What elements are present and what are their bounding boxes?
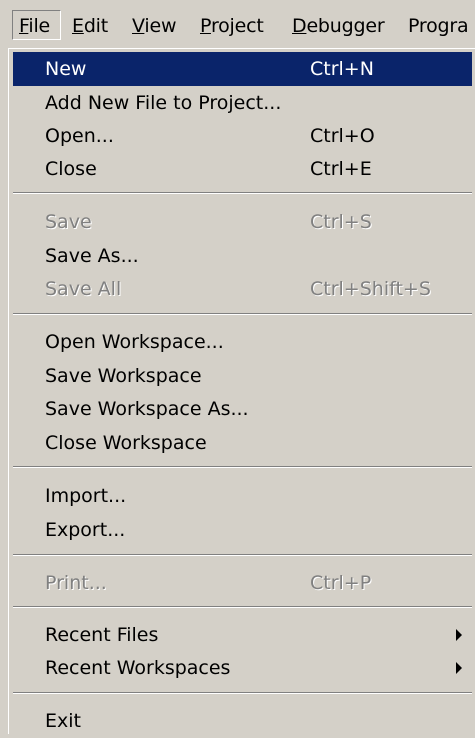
menu-item-save-all: Save All Ctrl+Shift+S [13, 272, 472, 306]
menu-item-save-shortcut: Ctrl+S [310, 211, 372, 233]
menu-separator [13, 554, 472, 556]
menu-item-add-new-file-label: Add New File to Project... [45, 92, 282, 114]
menu-bar: File Edit View Project Debugger Progra [0, 0, 475, 48]
menu-file-label: ile [28, 15, 51, 37]
menu-file[interactable]: File [12, 10, 61, 40]
file-menu-dropdown: New Ctrl+N Add New File to Project... Op… [8, 48, 475, 734]
menu-item-close-workspace[interactable]: Close Workspace [13, 426, 472, 460]
menu-item-save-label: Save [45, 211, 92, 233]
menu-item-save-all-shortcut: Ctrl+Shift+S [310, 278, 431, 300]
menu-item-print-label: Print... [45, 572, 107, 594]
menu-separator [13, 466, 472, 468]
menu-item-save: Save Ctrl+S [13, 205, 472, 239]
menu-view[interactable]: View [132, 14, 177, 38]
menu-item-save-workspace-as-label: Save Workspace As... [45, 398, 249, 420]
menu-view-label: iew [144, 15, 177, 37]
menu-item-open-workspace-label: Open Workspace... [45, 331, 224, 353]
menu-debugger-label: ebugger [306, 15, 385, 37]
submenu-arrow-icon [456, 662, 462, 674]
menu-project-label: roject [210, 15, 264, 37]
menu-separator [13, 606, 472, 608]
menu-item-open-label: Open... [45, 125, 114, 147]
menu-item-close-workspace-label: Close Workspace [45, 432, 207, 454]
menu-program[interactable]: Progra [408, 14, 469, 38]
menu-item-open[interactable]: Open... Ctrl+O [13, 119, 472, 153]
submenu-arrow-icon [456, 629, 462, 641]
menu-item-new-label: New [45, 58, 87, 80]
menu-item-print-shortcut: Ctrl+P [310, 572, 372, 594]
menu-item-add-new-file[interactable]: Add New File to Project... [13, 86, 472, 120]
menu-project-mnemonic: P [200, 15, 211, 37]
menu-item-import-label: Import... [45, 485, 127, 507]
menu-edit-mnemonic: E [72, 15, 84, 37]
menu-item-save-workspace[interactable]: Save Workspace [13, 359, 472, 393]
menu-item-export[interactable]: Export... [13, 513, 472, 547]
menu-item-exit-label: Exit [45, 710, 81, 732]
menu-edit[interactable]: Edit [72, 14, 108, 38]
menu-view-mnemonic: V [132, 15, 145, 37]
menu-item-save-workspace-as[interactable]: Save Workspace As... [13, 392, 472, 426]
menu-separator [13, 692, 472, 694]
menu-item-export-label: Export... [45, 519, 126, 541]
menu-item-import[interactable]: Import... [13, 479, 472, 513]
menu-item-recent-workspaces[interactable]: Recent Workspaces [13, 651, 472, 685]
menu-item-new[interactable]: New Ctrl+N [13, 52, 472, 86]
menu-item-new-shortcut: Ctrl+N [310, 58, 374, 80]
menu-item-exit[interactable]: Exit [13, 704, 472, 738]
menu-debugger[interactable]: Debugger [292, 14, 385, 38]
menu-item-print: Print... Ctrl+P [13, 566, 472, 600]
menu-separator [13, 313, 472, 315]
menu-item-open-shortcut: Ctrl+O [310, 125, 375, 147]
menu-item-open-workspace[interactable]: Open Workspace... [13, 325, 472, 359]
menu-item-save-all-label: Save All [45, 278, 122, 300]
menu-item-save-workspace-label: Save Workspace [45, 365, 202, 387]
menu-item-recent-workspaces-label: Recent Workspaces [45, 657, 231, 679]
menu-item-save-as-label: Save As... [45, 245, 139, 267]
menu-item-recent-files[interactable]: Recent Files [13, 618, 472, 652]
menu-item-close-label: Close [45, 158, 97, 180]
menu-program-label: Progra [408, 15, 469, 37]
menu-separator [13, 192, 472, 194]
menu-item-save-as[interactable]: Save As... [13, 239, 472, 273]
menu-item-close[interactable]: Close Ctrl+E [13, 152, 472, 186]
menu-project[interactable]: Project [200, 14, 264, 38]
menu-file-mnemonic: F [19, 15, 29, 37]
menu-debugger-mnemonic: D [292, 15, 307, 37]
menu-edit-label: dit [83, 15, 109, 37]
menu-item-recent-files-label: Recent Files [45, 624, 159, 646]
menu-item-close-shortcut: Ctrl+E [310, 158, 372, 180]
